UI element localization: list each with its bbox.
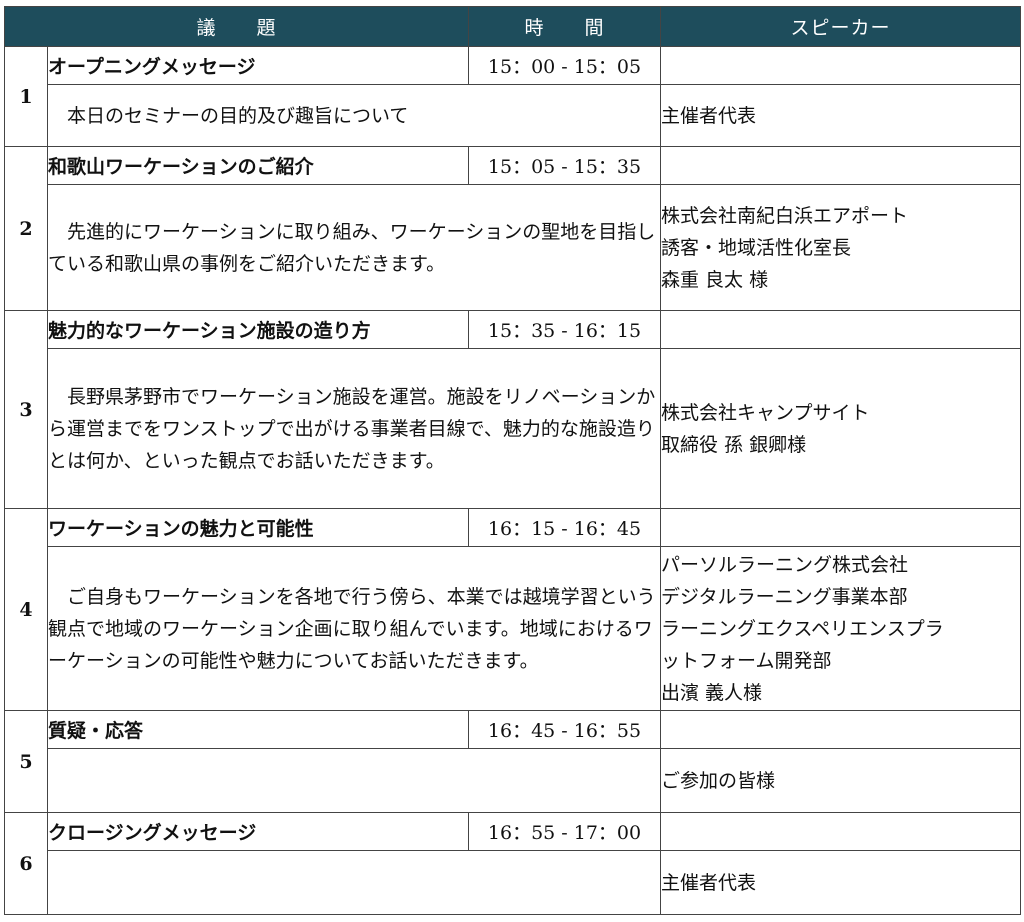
session-title-row: 5 質疑・応答 16：45 - 16：55 xyxy=(4,710,1022,813)
session-title-row: 2 和歌山ワーケーションのご紹介 15：05 - 15：35 xyxy=(4,146,1022,311)
session-description: 長野県茅野市でワーケーション施設を運営。施設をリノベーションから運営までをワンス… xyxy=(46,348,662,509)
speaker-line: ラーニングエクスペリエンスプラ xyxy=(661,617,944,640)
session-time: 15：00 - 15：05 xyxy=(468,46,662,85)
header-time: 時 間 xyxy=(468,6,662,47)
session-number: 4 xyxy=(4,508,48,711)
session-detail-row: 本日のセミナーの目的及び趣旨について 主催者代表 xyxy=(5,84,1022,147)
session-title-row: 4 ワーケーションの魅力と可能性 16：15 - 16：45 xyxy=(4,508,1022,711)
speaker-line: 誘客・地域活性化室長 xyxy=(661,236,852,259)
speaker-line: ご参加の皆様 xyxy=(661,769,776,792)
session-speaker: 主催者代表 xyxy=(660,850,1022,915)
session-time: 16：15 - 16：45 xyxy=(468,508,662,547)
speaker-line: 主催者代表 xyxy=(661,104,757,127)
speaker-line: 取締役 孫 銀卿様 xyxy=(661,433,807,456)
speaker-blank-cell xyxy=(660,710,1022,749)
session-title-row: 6 クロージングメッセージ 16：55 - 17：00 xyxy=(4,812,1022,915)
session-description xyxy=(46,850,662,915)
session-speaker: 主催者代表 xyxy=(660,84,1022,147)
session-title: ワーケーションの魅力と可能性 xyxy=(46,508,470,547)
speaker-blank-cell xyxy=(660,310,1022,349)
session-time: 15：05 - 15：35 xyxy=(468,146,662,185)
session-description: 本日のセミナーの目的及び趣旨について xyxy=(46,84,662,147)
header-speaker: スピーカー xyxy=(660,6,1022,47)
speaker-line: 森重 良太 様 xyxy=(661,268,769,291)
session-number: 1 xyxy=(4,46,48,147)
session-title-row: 3 魅力的なワーケーション施設の造り方 15：35 - 16：15 xyxy=(4,310,1022,509)
session-detail-row: 長野県茅野市でワーケーション施設を運営。施設をリノベーションから運営までをワンス… xyxy=(5,348,1022,509)
speaker-blank-cell xyxy=(660,508,1022,547)
session-number: 5 xyxy=(4,710,48,813)
session-speaker: 株式会社キャンプサイト 取締役 孫 銀卿様 xyxy=(660,348,1022,509)
speaker-line: 主催者代表 xyxy=(661,871,757,894)
speaker-line: パーソルラーニング株式会社 xyxy=(661,553,909,576)
speaker-line: 株式会社キャンプサイト xyxy=(661,401,870,424)
session-number: 3 xyxy=(4,310,48,509)
session-detail-row: ご自身もワーケーションを各地で行う傍ら、本業では越境学習という観点で地域のワーケ… xyxy=(5,546,1022,711)
session-detail-row: 主催者代表 xyxy=(5,850,1022,915)
session-title-row: 1 オープニングメッセージ 15：00 - 15：05 xyxy=(4,46,1022,147)
session-title: 魅力的なワーケーション施設の造り方 xyxy=(46,310,470,349)
speaker-blank-cell xyxy=(660,146,1022,185)
speaker-blank-cell xyxy=(660,46,1022,85)
session-title: クロージングメッセージ xyxy=(46,812,470,851)
session-title: 和歌山ワーケーションのご紹介 xyxy=(46,146,470,185)
speaker-line: 株式会社南紀白浜エアポート xyxy=(661,204,909,227)
session-time: 15：35 - 16：15 xyxy=(468,310,662,349)
header-row: 議 題 時 間 スピーカー xyxy=(3,6,1022,47)
session-detail-row: ご参加の皆様 xyxy=(5,748,1022,813)
session-description: ご自身もワーケーションを各地で行う傍ら、本業では越境学習という観点で地域のワーケ… xyxy=(46,546,662,711)
header-topic: 議 題 xyxy=(3,6,470,47)
session-number: 2 xyxy=(4,146,48,311)
session-speaker: ご参加の皆様 xyxy=(660,748,1022,813)
session-time: 16：55 - 17：00 xyxy=(468,812,662,851)
speaker-blank-cell xyxy=(660,812,1022,851)
session-title: オープニングメッセージ xyxy=(46,46,470,85)
speaker-line: ットフォーム開発部 xyxy=(661,649,832,672)
session-title: 質疑・応答 xyxy=(46,710,470,749)
speaker-line: デジタルラーニング事業本部 xyxy=(661,585,908,608)
session-speaker: 株式会社南紀白浜エアポート 誘客・地域活性化室長 森重 良太 様 xyxy=(660,184,1022,311)
session-description: 先進的にワーケーションに取り組み、ワーケーションの聖地を目指している和歌山県の事… xyxy=(46,184,662,311)
speaker-line: 出濱 義人様 xyxy=(661,681,763,704)
agenda-table: 議 題 時 間 スピーカー 1 オープニングメッセージ 15：00 - 15：0… xyxy=(3,6,1022,915)
session-time: 16：45 - 16：55 xyxy=(468,710,662,749)
session-number: 6 xyxy=(4,812,48,915)
session-detail-row: 先進的にワーケーションに取り組み、ワーケーションの聖地を目指している和歌山県の事… xyxy=(5,184,1022,311)
session-description xyxy=(46,748,662,813)
session-speaker: パーソルラーニング株式会社 デジタルラーニング事業本部 ラーニングエクスペリエン… xyxy=(660,546,1022,711)
